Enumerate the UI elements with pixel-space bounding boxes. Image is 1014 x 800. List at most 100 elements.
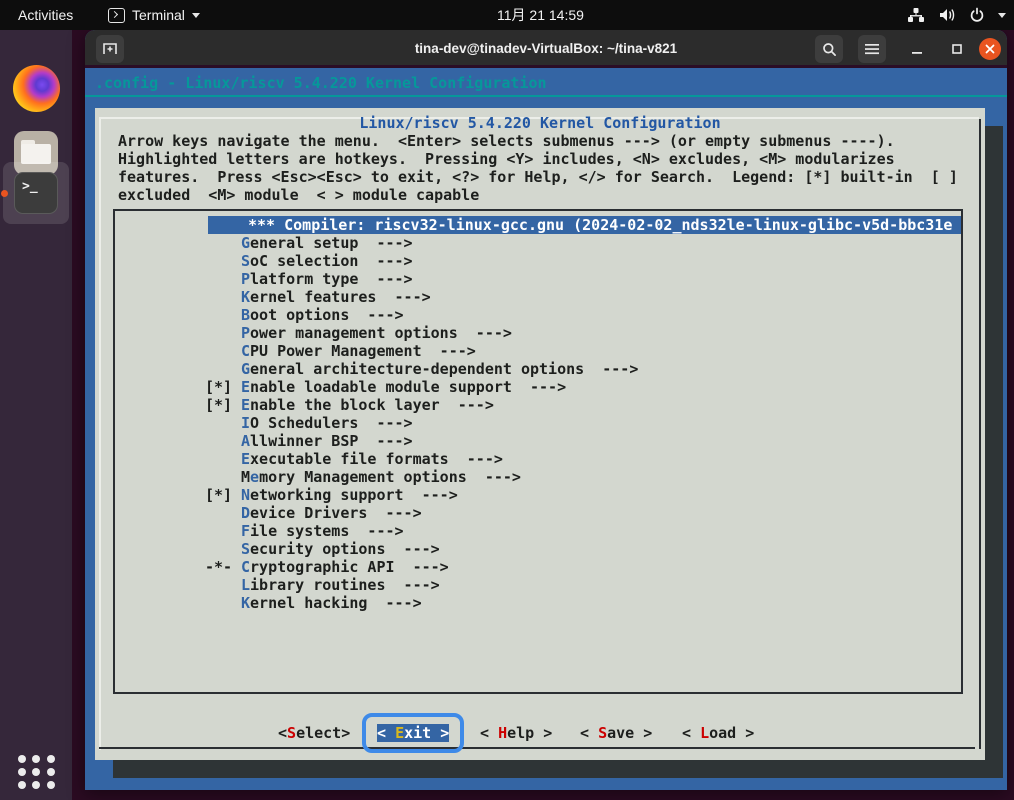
item-state-box: -*- [205,558,233,576]
dialog-title: Linux/riscv 5.4.220 Kernel Configuration [359,114,721,132]
menu-item[interactable]: General setup ---> [115,234,961,252]
item-label: File systems ---> [241,522,404,540]
item-label: Cryptographic API ---> [241,558,449,576]
item-label: General architecture-dependent options -… [241,360,639,378]
menu-item[interactable]: CPU Power Management ---> [115,342,961,360]
maximize-icon [952,44,962,54]
menu-item[interactable]: Executable file formats ---> [115,450,961,468]
menu-item[interactable]: Boot options ---> [115,306,961,324]
item-label: Memory Management options ---> [241,468,521,486]
menu-item[interactable]: [*] Networking support ---> [115,486,961,504]
dialog-buttons: <Select> < Exit > < Help > < Save > < Load > [95,713,985,753]
menu-item-selected[interactable]: *** Compiler: riscv32-linux-gcc.gnu (202… [115,216,961,234]
hotkey-letter: I [241,414,251,432]
dialog-border-left [99,117,101,750]
menu-item[interactable]: IO Schedulers ---> [115,414,961,432]
menu-item[interactable]: Platform type ---> [115,270,961,288]
hotkey-letter: L [241,576,251,594]
item-label: Platform type ---> [241,270,413,288]
maximize-button[interactable] [943,35,971,63]
item-label: Kernel features ---> [241,288,431,306]
button-help[interactable]: < Help > [480,724,552,742]
show-applications-icon[interactable] [18,755,56,789]
app-menu[interactable]: Terminal [108,0,200,30]
clock[interactable]: 11月 21 14:59 [497,0,584,30]
hotkey-letter: P [241,270,251,288]
menu-item[interactable]: Security options ---> [115,540,961,558]
firefox-icon [12,65,60,112]
backtitle-rule [85,95,1007,97]
close-button[interactable] [976,35,1004,63]
menu-item[interactable]: Kernel hacking ---> [115,594,961,612]
menu-item[interactable]: Memory Management options ---> [115,468,961,486]
item-label: Allwinner BSP ---> [241,432,413,450]
menu-button[interactable] [858,35,886,63]
menu-item[interactable]: Device Drivers ---> [115,504,961,522]
system-status-area[interactable] [907,0,1006,30]
dialog-instructions: Arrow keys navigate the menu. <Enter> se… [118,132,958,204]
instruction-line: features. Press <Esc><Esc> to exit, <?> … [118,168,958,186]
minimize-button[interactable] [903,35,931,63]
item-label: Security options ---> [241,540,440,558]
item-label: IO Schedulers ---> [241,414,413,432]
menu-item[interactable]: Power management options ---> [115,324,961,342]
dialog-border-right [979,119,981,749]
hotkey-letter: E [241,450,251,468]
terminal-window: tina-dev@tinadev-VirtualBox: ~/tina-v821… [85,30,1007,790]
item-label: SoC selection ---> [241,252,413,270]
menu-item[interactable]: Allwinner BSP ---> [115,432,961,450]
hotkey-letter: S [241,540,251,558]
menu-box: *** Compiler: riscv32-linux-gcc.gnu (202… [113,209,963,694]
item-label: General setup ---> [241,234,413,252]
menu-item[interactable]: [*] Enable the block layer ---> [115,396,961,414]
dock: >_ [0,30,72,800]
hotkey-letter: C [241,558,251,576]
hotkey-letter: A [241,432,251,450]
item-label: Kernel hacking ---> [241,594,422,612]
button-hotkey-letter: S [287,724,297,742]
header-bar: tina-dev@tinadev-VirtualBox: ~/tina-v821 [85,30,1007,68]
menu-item[interactable]: Library routines ---> [115,576,961,594]
hotkey-letter: C [241,342,251,360]
item-label: CPU Power Management ---> [241,342,476,360]
button-exit[interactable]: < Exit > [361,713,465,753]
search-icon [822,42,836,56]
menu-item[interactable]: General architecture-dependent options -… [115,360,961,378]
terminal-screen[interactable]: .config - Linux/riscv 5.4.220 Kernel Con… [85,71,1007,790]
button-select[interactable]: <Select> [278,724,350,742]
menu-item[interactable]: SoC selection ---> [115,252,961,270]
item-state-box: [*] [205,486,233,504]
top-bar: Activities Terminal 11月 21 14:59 [0,0,1014,30]
hotkey-letter: K [241,594,251,612]
hotkey-letter: S [241,252,251,270]
dock-item-firefox[interactable] [0,65,72,112]
item-state-box: [*] [205,378,233,396]
menu-item[interactable]: [*] Enable loadable module support ---> [115,378,961,396]
button-save[interactable]: < Save > [580,724,652,742]
minimize-icon [912,52,922,54]
hotkey-letter: D [241,504,251,522]
menu-item[interactable]: File systems ---> [115,522,961,540]
hotkey-letter: N [241,486,251,504]
power-icon [970,7,984,22]
activities-button[interactable]: Activities [12,0,79,30]
item-label: Enable the block layer ---> [241,396,494,414]
button-load[interactable]: < Load > [682,724,754,742]
hotkey-letter: P [241,324,251,342]
dock-item-terminal[interactable]: >_ [0,172,72,214]
search-button[interactable] [815,35,843,63]
network-icon [908,8,924,22]
hotkey-letter: K [241,288,251,306]
menu-item[interactable]: Kernel features ---> [115,288,961,306]
menu-item[interactable]: -*- Cryptographic API ---> [115,558,961,576]
close-icon [979,38,1001,60]
volume-icon [940,9,955,21]
instruction-line: Highlighted letters are hotkeys. Pressin… [118,150,895,168]
item-label: Networking support ---> [241,486,458,504]
app-menu-label: Terminal [132,7,185,23]
hotkey-letter: F [241,522,251,540]
terminal-app-icon [108,7,125,23]
hotkey-letter: E [241,396,251,414]
button-hotkey-letter: L [700,724,710,742]
terminal-icon: >_ [14,172,58,214]
